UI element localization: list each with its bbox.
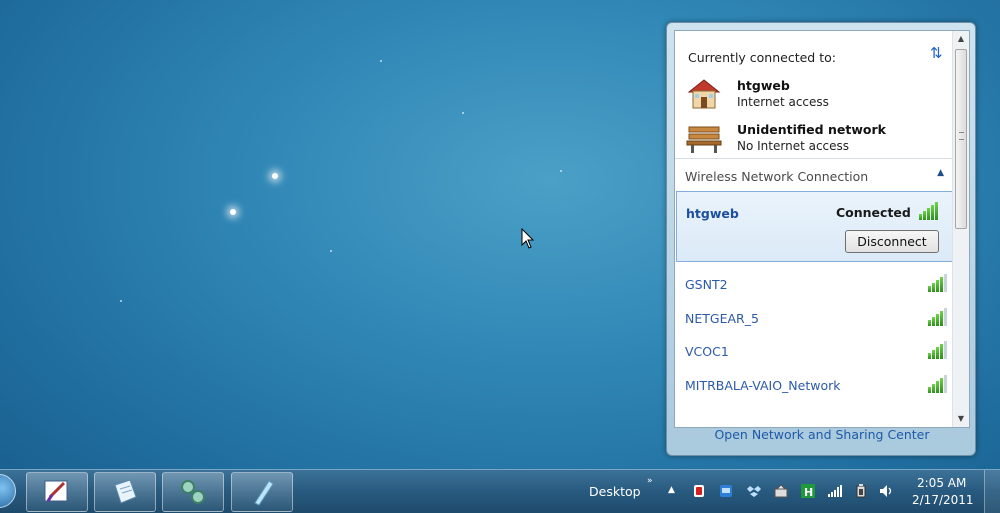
star bbox=[330, 250, 332, 252]
paint-icon bbox=[44, 480, 68, 502]
connection-unidentified: Unidentified network No Internet access bbox=[685, 119, 945, 157]
taskbar: Desktop » ▲ H 2:05 AM 2/17/2011 bbox=[0, 469, 1000, 513]
scroll-thumb[interactable] bbox=[955, 49, 967, 229]
connected-header: Currently connected to: bbox=[688, 50, 836, 65]
network-name: GSNT2 bbox=[685, 277, 728, 292]
signal-strength-icon bbox=[928, 375, 947, 393]
park-bench-network-icon bbox=[686, 126, 722, 153]
svg-text:H: H bbox=[804, 486, 813, 498]
volume-icon[interactable] bbox=[879, 483, 895, 499]
connection-status: Internet access bbox=[737, 95, 829, 109]
notepad-icon bbox=[114, 479, 137, 504]
scrollbar[interactable]: ▲ ▼ bbox=[952, 31, 969, 427]
network-row[interactable]: NETGEAR_5 bbox=[685, 308, 947, 330]
network-name: MITRBALA-VAIO_Network bbox=[685, 378, 841, 393]
network-flyout: Currently connected to: ⇅ htgweb Interne… bbox=[666, 22, 976, 456]
network-name: NETGEAR_5 bbox=[685, 311, 759, 326]
show-desktop-button[interactable] bbox=[984, 470, 1000, 513]
connection-name: htgweb bbox=[737, 78, 790, 93]
network-icon bbox=[181, 480, 205, 504]
clock-time[interactable]: 2:05 AM bbox=[917, 476, 966, 490]
signal-strength-icon bbox=[928, 341, 947, 359]
scroll-up-icon[interactable]: ▲ bbox=[953, 31, 969, 47]
clock-date[interactable]: 2/17/2011 bbox=[912, 493, 974, 507]
network-row[interactable]: MITRBALA-VAIO_Network bbox=[685, 375, 947, 397]
removable-device-icon[interactable] bbox=[773, 483, 789, 499]
network-name: VCOC1 bbox=[685, 344, 729, 359]
start-button[interactable] bbox=[0, 474, 16, 508]
disconnect-button[interactable]: Disconnect bbox=[845, 230, 939, 253]
wireless-section-header[interactable]: Wireless Network Connection ▲ bbox=[675, 158, 954, 190]
marker-icon bbox=[254, 480, 274, 506]
chevron-up-icon[interactable]: ▲ bbox=[937, 168, 944, 178]
scroll-down-icon[interactable]: ▼ bbox=[953, 411, 969, 427]
marker-taskbar-button[interactable] bbox=[231, 472, 293, 512]
section-title: Wireless Network Connection bbox=[685, 169, 869, 184]
network-list-panel: Currently connected to: ⇅ htgweb Interne… bbox=[674, 30, 970, 428]
windows-live-icon[interactable] bbox=[718, 483, 734, 499]
signal-strength-icon bbox=[919, 202, 938, 220]
star bbox=[462, 112, 464, 114]
network-signal-icon[interactable] bbox=[827, 483, 843, 499]
selected-network-row[interactable]: htgweb Connected Disconnect bbox=[676, 191, 953, 262]
star bbox=[380, 60, 382, 62]
open-network-sharing-center-link[interactable]: Open Network and Sharing Center bbox=[667, 427, 977, 442]
refresh-icon[interactable]: ⇅ bbox=[930, 44, 943, 62]
star bbox=[120, 300, 122, 302]
network-name: htgweb bbox=[686, 206, 739, 221]
notepad-taskbar-button[interactable] bbox=[94, 472, 156, 512]
h-app-icon[interactable]: H bbox=[800, 483, 816, 499]
desktop-toolbar-label[interactable]: Desktop bbox=[589, 484, 641, 499]
connection-name: Unidentified network bbox=[737, 122, 886, 137]
network-row[interactable]: VCOC1 bbox=[685, 341, 947, 363]
paint-taskbar-button[interactable] bbox=[26, 472, 88, 512]
antivirus-icon[interactable] bbox=[691, 483, 707, 499]
power-icon[interactable] bbox=[853, 483, 869, 499]
signal-strength-icon bbox=[928, 274, 947, 292]
signal-strength-icon bbox=[928, 308, 947, 326]
connection-status: No Internet access bbox=[737, 139, 850, 153]
network-status: Connected bbox=[836, 205, 911, 220]
bright-star bbox=[230, 209, 236, 215]
bright-star bbox=[272, 173, 278, 179]
star bbox=[560, 170, 562, 172]
network-taskbar-button[interactable] bbox=[162, 472, 224, 512]
mouse-cursor bbox=[521, 228, 535, 249]
show-hidden-icons-icon[interactable]: ▲ bbox=[668, 485, 675, 495]
network-row[interactable]: GSNT2 bbox=[685, 274, 947, 296]
connection-htgweb: htgweb Internet access bbox=[685, 75, 945, 113]
dropbox-icon[interactable] bbox=[746, 483, 762, 499]
home-network-icon bbox=[687, 79, 721, 109]
double-chevron-icon[interactable]: » bbox=[647, 476, 653, 486]
